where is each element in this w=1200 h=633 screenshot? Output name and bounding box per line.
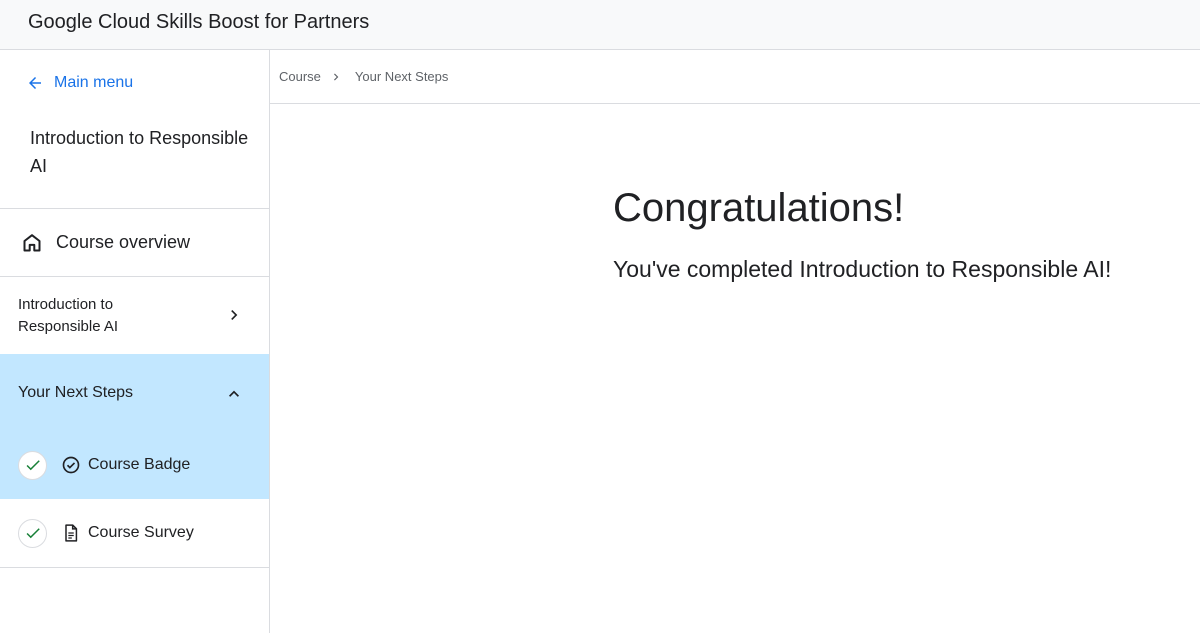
- main-menu-link[interactable]: Main menu: [26, 74, 133, 92]
- nav-item-label: Course Survey: [88, 524, 194, 541]
- nav-item-label: Course Badge: [88, 456, 191, 473]
- nav-item-course-badge[interactable]: Course Badge: [0, 431, 269, 499]
- completion-message: You've completed Introduction to Respons…: [613, 256, 1112, 282]
- chevron-up-icon: [229, 390, 239, 397]
- nav-module-label: Introduction to Responsible AI: [18, 295, 119, 335]
- main-menu-label: Main menu: [54, 74, 134, 91]
- divider: [0, 567, 269, 568]
- nav-your-next-steps[interactable]: Your Next Steps: [0, 354, 269, 431]
- completed-check: [18, 518, 47, 548]
- breadcrumb-course-link[interactable]: Course: [279, 69, 321, 84]
- app-title: Google Cloud Skills Boost for Partners: [28, 11, 370, 33]
- chevron-right-icon: [333, 73, 339, 80]
- page-heading: Congratulations!: [613, 186, 905, 230]
- home-icon: [23, 233, 41, 251]
- course-title: Introduction to Responsible AI: [30, 128, 249, 176]
- nav-next-steps-label: Your Next Steps: [18, 383, 134, 401]
- document-icon: [61, 523, 81, 543]
- top-bar: Google Cloud Skills Boost for Partners: [0, 0, 1200, 50]
- completed-check: [18, 450, 47, 480]
- sidebar: Main menu Introduction to Responsible AI…: [0, 50, 270, 633]
- main-content: Course Your Next Steps Congratulations! …: [270, 50, 1200, 633]
- chevron-right-icon: [231, 310, 238, 320]
- nav-course-overview[interactable]: Course overview: [0, 209, 269, 276]
- breadcrumb: Course Your Next Steps: [270, 50, 1200, 104]
- badge-check-icon: [61, 455, 81, 475]
- arrow-back-icon: [29, 77, 41, 89]
- nav-module-intro[interactable]: Introduction to Responsible AI: [0, 277, 269, 354]
- nav-course-overview-label: Course overview: [56, 232, 191, 252]
- check-icon: [26, 460, 40, 471]
- breadcrumb-current: Your Next Steps: [354, 69, 449, 84]
- nav-item-course-survey[interactable]: Course Survey: [0, 499, 269, 567]
- check-icon: [26, 528, 40, 539]
